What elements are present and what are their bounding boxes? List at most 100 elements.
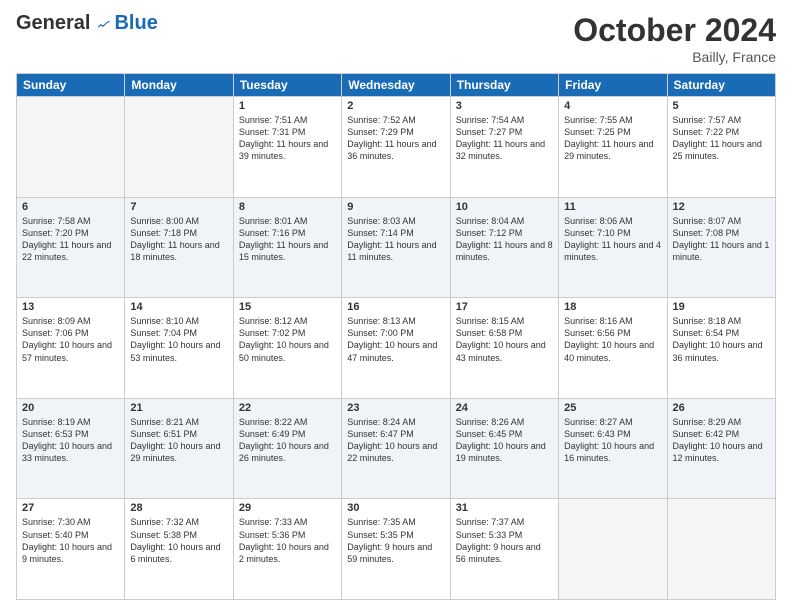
calendar-day-cell: 29 Sunrise: 7:33 AMSunset: 5:36 PMDayligh… xyxy=(233,499,341,600)
calendar-day-cell: 9 Sunrise: 8:03 AMSunset: 7:14 PMDaylight… xyxy=(342,197,450,298)
day-info: Sunrise: 8:09 AMSunset: 7:06 PMDaylight:… xyxy=(22,315,119,364)
calendar-day-cell xyxy=(125,97,233,198)
day-info: Sunrise: 7:33 AMSunset: 5:36 PMDaylight:… xyxy=(239,516,336,565)
day-number: 10 xyxy=(456,201,553,213)
calendar-day-cell: 23 Sunrise: 8:24 AMSunset: 6:47 PMDayligh… xyxy=(342,398,450,499)
day-info: Sunrise: 7:54 AMSunset: 7:27 PMDaylight:… xyxy=(456,114,553,163)
day-number: 8 xyxy=(239,201,336,213)
day-info: Sunrise: 8:27 AMSunset: 6:43 PMDaylight:… xyxy=(564,416,661,465)
day-info: Sunrise: 8:12 AMSunset: 7:02 PMDaylight:… xyxy=(239,315,336,364)
day-number: 19 xyxy=(673,301,770,313)
day-number: 7 xyxy=(130,201,227,213)
day-number: 9 xyxy=(347,201,444,213)
day-info: Sunrise: 8:01 AMSunset: 7:16 PMDaylight:… xyxy=(239,215,336,264)
day-info: Sunrise: 7:55 AMSunset: 7:25 PMDaylight:… xyxy=(564,114,661,163)
day-number: 22 xyxy=(239,402,336,414)
day-number: 3 xyxy=(456,100,553,112)
calendar-day-cell xyxy=(667,499,775,600)
location: Bailly, France xyxy=(573,49,776,65)
calendar-day-cell xyxy=(559,499,667,600)
day-info: Sunrise: 8:24 AMSunset: 6:47 PMDaylight:… xyxy=(347,416,444,465)
day-number: 1 xyxy=(239,100,336,112)
calendar-day-cell: 10 Sunrise: 8:04 AMSunset: 7:12 PMDayligh… xyxy=(450,197,558,298)
day-number: 18 xyxy=(564,301,661,313)
calendar-week-row: 27 Sunrise: 7:30 AMSunset: 5:40 PMDayligh… xyxy=(17,499,776,600)
calendar-day-cell: 2 Sunrise: 7:52 AMSunset: 7:29 PMDaylight… xyxy=(342,97,450,198)
calendar-day-cell: 7Sunrise: 8:00 AMSunset: 7:18 PMDaylight… xyxy=(125,197,233,298)
day-number: 4 xyxy=(564,100,661,112)
day-info: Sunrise: 7:35 AMSunset: 5:35 PMDaylight:… xyxy=(347,516,444,565)
calendar-day-cell: 19Sunrise: 8:18 AMSunset: 6:54 PMDayligh… xyxy=(667,298,775,399)
day-info: Sunrise: 8:15 AMSunset: 6:58 PMDaylight:… xyxy=(456,315,553,364)
calendar-day-cell: 20Sunrise: 8:19 AMSunset: 6:53 PMDayligh… xyxy=(17,398,125,499)
calendar-day-cell: 3 Sunrise: 7:54 AMSunset: 7:27 PMDaylight… xyxy=(450,97,558,198)
title-section: October 2024 Bailly, France xyxy=(573,12,776,65)
calendar-day-cell: 13 Sunrise: 8:09 AMSunset: 7:06 PMDayligh… xyxy=(17,298,125,399)
day-number: 5 xyxy=(673,100,770,112)
day-number: 29 xyxy=(239,502,336,514)
calendar-day-header: Friday xyxy=(559,74,667,97)
day-info: Sunrise: 8:07 AMSunset: 7:08 PMDaylight:… xyxy=(673,215,770,264)
calendar-day-cell: 24 Sunrise: 8:26 AMSunset: 6:45 PMDayligh… xyxy=(450,398,558,499)
calendar-week-row: 20Sunrise: 8:19 AMSunset: 6:53 PMDayligh… xyxy=(17,398,776,499)
day-number: 28 xyxy=(130,502,227,514)
day-info: Sunrise: 7:52 AMSunset: 7:29 PMDaylight:… xyxy=(347,114,444,163)
calendar-header-row: SundayMondayTuesdayWednesdayThursdayFrid… xyxy=(17,74,776,97)
day-info: Sunrise: 8:26 AMSunset: 6:45 PMDaylight:… xyxy=(456,416,553,465)
day-number: 31 xyxy=(456,502,553,514)
calendar-day-cell: 25 Sunrise: 8:27 AMSunset: 6:43 PMDayligh… xyxy=(559,398,667,499)
calendar-day-cell: 6Sunrise: 7:58 AMSunset: 7:20 PMDaylight… xyxy=(17,197,125,298)
logo-bird-icon xyxy=(94,15,112,33)
calendar-day-header: Sunday xyxy=(17,74,125,97)
calendar-day-cell: 18Sunrise: 8:16 AMSunset: 6:56 PMDayligh… xyxy=(559,298,667,399)
day-number: 27 xyxy=(22,502,119,514)
calendar-day-cell xyxy=(17,97,125,198)
calendar-day-cell: 12 Sunrise: 8:07 AMSunset: 7:08 PMDayligh… xyxy=(667,197,775,298)
logo-blue: Blue xyxy=(114,12,157,35)
day-number: 23 xyxy=(347,402,444,414)
day-info: Sunrise: 7:37 AMSunset: 5:33 PMDaylight:… xyxy=(456,516,553,565)
calendar-day-cell: 15Sunrise: 8:12 AMSunset: 7:02 PMDayligh… xyxy=(233,298,341,399)
calendar-day-header: Thursday xyxy=(450,74,558,97)
calendar-table: SundayMondayTuesdayWednesdayThursdayFrid… xyxy=(16,73,776,600)
day-info: Sunrise: 8:13 AMSunset: 7:00 PMDaylight:… xyxy=(347,315,444,364)
calendar-day-cell: 22 Sunrise: 8:22 AMSunset: 6:49 PMDayligh… xyxy=(233,398,341,499)
day-number: 30 xyxy=(347,502,444,514)
day-number: 12 xyxy=(673,201,770,213)
calendar-day-cell: 14 Sunrise: 8:10 AMSunset: 7:04 PMDayligh… xyxy=(125,298,233,399)
calendar-day-cell: 11Sunrise: 8:06 AMSunset: 7:10 PMDayligh… xyxy=(559,197,667,298)
calendar-week-row: 1Sunrise: 7:51 AMSunset: 7:31 PMDaylight… xyxy=(17,97,776,198)
logo-general: General xyxy=(16,12,90,35)
day-number: 26 xyxy=(673,402,770,414)
day-number: 2 xyxy=(347,100,444,112)
logo: General Blue xyxy=(16,12,158,35)
calendar-day-cell: 8 Sunrise: 8:01 AMSunset: 7:16 PMDaylight… xyxy=(233,197,341,298)
calendar-day-cell: 28 Sunrise: 7:32 AMSunset: 5:38 PMDayligh… xyxy=(125,499,233,600)
calendar-day-cell: 27 Sunrise: 7:30 AMSunset: 5:40 PMDayligh… xyxy=(17,499,125,600)
calendar-day-cell: 4 Sunrise: 7:55 AMSunset: 7:25 PMDaylight… xyxy=(559,97,667,198)
day-info: Sunrise: 8:22 AMSunset: 6:49 PMDaylight:… xyxy=(239,416,336,465)
day-number: 16 xyxy=(347,301,444,313)
calendar-day-cell: 30 Sunrise: 7:35 AMSunset: 5:35 PMDayligh… xyxy=(342,499,450,600)
month-title: October 2024 xyxy=(573,12,776,49)
logo-text: General Blue xyxy=(16,12,158,35)
calendar-day-cell: 16 Sunrise: 8:13 AMSunset: 7:00 PMDayligh… xyxy=(342,298,450,399)
day-number: 17 xyxy=(456,301,553,313)
day-number: 25 xyxy=(564,402,661,414)
calendar-day-header: Monday xyxy=(125,74,233,97)
day-info: Sunrise: 8:29 AMSunset: 6:42 PMDaylight:… xyxy=(673,416,770,465)
page: General Blue October 2024 Bailly, France… xyxy=(0,0,792,612)
day-info: Sunrise: 8:10 AMSunset: 7:04 PMDaylight:… xyxy=(130,315,227,364)
day-number: 13 xyxy=(22,301,119,313)
day-number: 14 xyxy=(130,301,227,313)
day-number: 6 xyxy=(22,201,119,213)
day-number: 24 xyxy=(456,402,553,414)
header: General Blue October 2024 Bailly, France xyxy=(16,12,776,65)
day-info: Sunrise: 8:19 AMSunset: 6:53 PMDaylight:… xyxy=(22,416,119,465)
day-info: Sunrise: 8:03 AMSunset: 7:14 PMDaylight:… xyxy=(347,215,444,264)
calendar-day-header: Wednesday xyxy=(342,74,450,97)
calendar-day-cell: 1Sunrise: 7:51 AMSunset: 7:31 PMDaylight… xyxy=(233,97,341,198)
day-info: Sunrise: 7:32 AMSunset: 5:38 PMDaylight:… xyxy=(130,516,227,565)
day-info: Sunrise: 8:04 AMSunset: 7:12 PMDaylight:… xyxy=(456,215,553,264)
day-info: Sunrise: 7:30 AMSunset: 5:40 PMDaylight:… xyxy=(22,516,119,565)
